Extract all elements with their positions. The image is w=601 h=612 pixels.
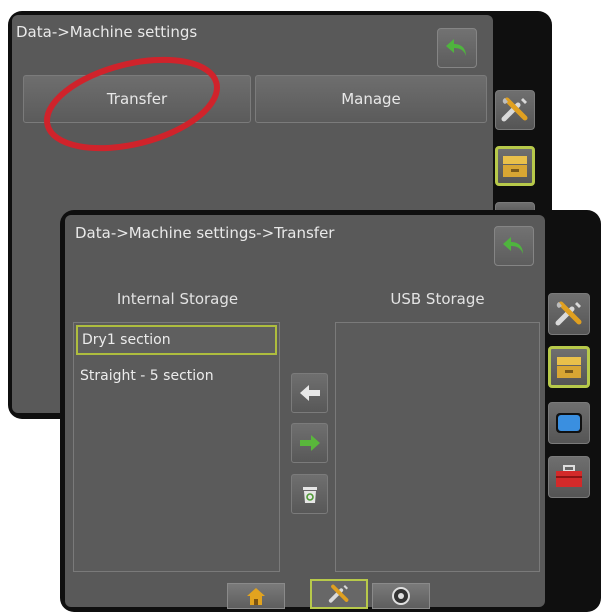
usb-storage-list[interactable] — [335, 322, 540, 572]
tools-icon — [555, 301, 582, 326]
back-page-title: Data->Machine settings — [16, 23, 198, 41]
internal-storage-label: Internal Storage — [116, 290, 239, 308]
internal-storage-list[interactable]: Dry1 section Straight - 5 section — [73, 322, 280, 572]
home-icon — [247, 588, 265, 605]
copy-to-internal-button[interactable] — [291, 373, 328, 413]
tab-transfer[interactable]: Transfer — [23, 75, 251, 123]
list-item[interactable]: Straight - 5 section — [76, 361, 277, 391]
front-page-title: Data->Machine settings->Transfer — [75, 224, 335, 242]
side-tools-button[interactable] — [548, 293, 590, 335]
toolbox-icon — [556, 465, 582, 487]
data-icon — [503, 156, 527, 177]
tools-icon — [328, 584, 349, 603]
list-item[interactable]: Dry1 section — [76, 325, 277, 355]
back-arrow-icon — [446, 39, 466, 56]
side-display-button[interactable] — [548, 402, 590, 444]
back-screen-back-button[interactable] — [437, 28, 477, 68]
side-toolbox-button[interactable] — [548, 456, 590, 498]
delete-button[interactable] — [291, 474, 328, 514]
bottom-tab-tools[interactable] — [310, 579, 368, 609]
right-arrow-icon — [299, 435, 320, 451]
tools-icon — [501, 97, 528, 122]
left-arrow-icon — [299, 385, 320, 401]
back-side-tools-button[interactable] — [495, 90, 535, 130]
copy-to-usb-button[interactable] — [291, 423, 328, 463]
data-icon — [557, 357, 581, 378]
side-data-button[interactable] — [548, 346, 590, 388]
trash-icon — [302, 487, 317, 503]
front-screen-back-button[interactable] — [494, 226, 534, 266]
back-arrow-icon — [503, 237, 523, 254]
bottom-tab-home[interactable] — [227, 583, 285, 609]
tab-manage[interactable]: Manage — [255, 75, 487, 123]
bottom-tab-gnss[interactable] — [372, 583, 430, 609]
usb-storage-label: USB Storage — [390, 290, 485, 308]
gnss-icon — [392, 587, 410, 605]
back-side-data-button[interactable] — [495, 146, 535, 186]
display-icon — [556, 413, 582, 433]
